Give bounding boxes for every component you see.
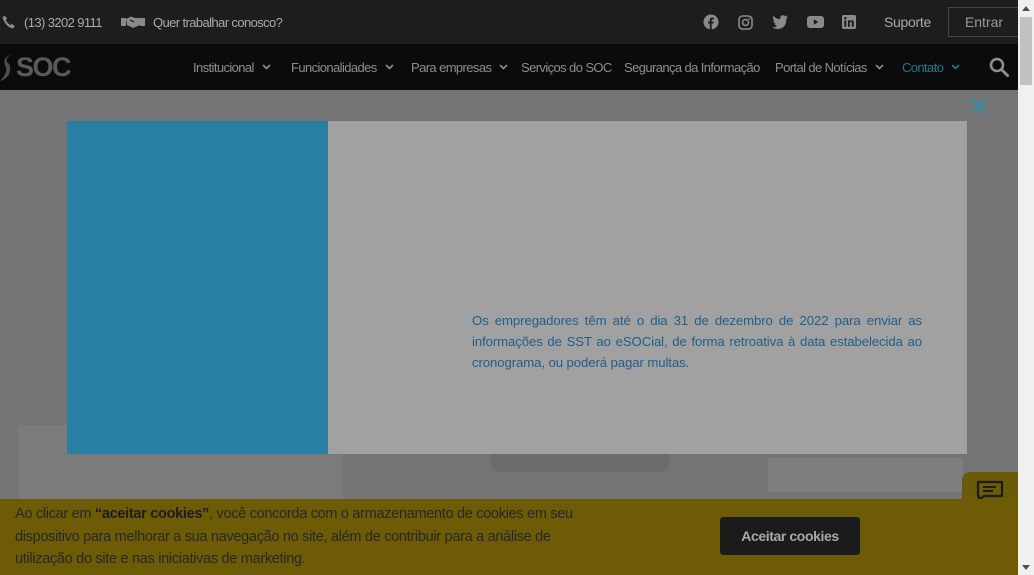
nav-item-label: Contato [902,59,944,75]
scroll-up-arrow-icon[interactable] [1018,0,1034,16]
background-search-field [768,458,963,492]
phone-link[interactable]: (13) 3202 9111 [2,0,102,44]
popup-modal: Os empregadores têm até o dia 31 de deze… [67,121,967,454]
logo-mark-icon [0,54,12,81]
soc-logo[interactable]: SOC [0,51,72,83]
linkedin-icon[interactable] [839,12,859,32]
chevron-down-icon [262,64,271,70]
scroll-down-arrow-icon[interactable] [1018,559,1034,575]
nav-item-label: Funcionalidades [291,59,377,75]
nav-item-label: Segurança da Informação [624,59,760,75]
nav-item-para-empresas[interactable]: Para empresas [411,44,508,90]
facebook-icon[interactable] [701,12,721,32]
close-icon[interactable] [969,96,989,116]
careers-label: Quer trabalhar conosco? [153,14,283,30]
modal-message: Os empregadores têm até o dia 31 de deze… [472,313,922,370]
scrollbar-thumb[interactable] [1020,17,1032,85]
cookie-message: Ao clicar em “aceitar cookies”, você con… [15,503,585,571]
main-navbar: SOC Institucional Funcionalidades Para e… [0,44,1018,90]
login-button[interactable]: Entrar [948,7,1020,37]
support-link[interactable]: Suporte [884,0,931,44]
scrollbar[interactable] [1018,0,1034,575]
nav-item-institucional[interactable]: Institucional [193,44,271,90]
nav-item-label: Serviços do SOC [521,59,612,75]
cookie-banner: Ao clicar em “aceitar cookies”, você con… [0,499,1018,575]
accept-cookies-button[interactable]: Aceitar cookies [720,517,860,555]
chevron-down-icon [875,64,884,70]
top-bar: (13) 3202 9111 Quer trabalhar conosco? S… [0,0,1020,44]
cookie-text-bold: “aceitar cookies” [94,506,210,522]
logo-text: SOC [16,51,72,82]
nav-item-contato[interactable]: Contato [902,44,960,90]
careers-link[interactable]: Quer trabalhar conosco? [121,0,283,44]
search-icon[interactable] [989,57,1009,82]
nav-item-label: Portal de Notícias [775,59,867,75]
youtube-icon[interactable] [805,12,825,32]
nav-item-portal-noticias[interactable]: Portal de Notícias [775,44,884,90]
nav-item-label: Institucional [193,59,254,75]
nav-item-funcionalidades[interactable]: Funcionalidades [291,44,394,90]
chevron-down-icon [385,64,394,70]
nav-item-label: Para empresas [411,59,492,75]
instagram-icon[interactable] [735,12,755,32]
phone-icon [2,15,15,29]
modal-image-panel [67,121,328,454]
cookie-text-before: Ao clicar em [15,506,95,522]
nav-item-seguranca[interactable]: Segurança da Informação [624,44,760,90]
twitter-icon[interactable] [770,12,790,32]
nav-item-servicos[interactable]: Serviços do SOC [521,44,612,90]
chevron-down-icon [499,64,508,70]
chevron-down-icon [951,64,960,70]
handshake-icon [121,15,145,29]
phone-number: (13) 3202 9111 [24,14,102,30]
